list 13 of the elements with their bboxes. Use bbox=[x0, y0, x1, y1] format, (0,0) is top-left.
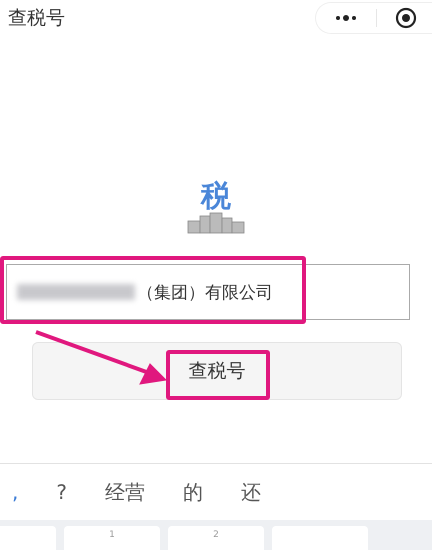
candidate-word[interactable]: 还 bbox=[240, 478, 261, 506]
page-title: 查税号 bbox=[8, 6, 65, 31]
candidate-word[interactable]: ? bbox=[56, 480, 67, 504]
candidate-word[interactable]: 的 bbox=[182, 478, 203, 506]
field-value: （集团）有限公司 bbox=[137, 282, 273, 304]
search-button[interactable]: 查税号 bbox=[32, 342, 402, 400]
more-icon[interactable] bbox=[334, 15, 357, 21]
candidate-word[interactable]: 经营 bbox=[104, 478, 145, 506]
input-field[interactable]: （集团）有限公司 bbox=[6, 264, 410, 320]
candidate-word[interactable]: , bbox=[12, 480, 18, 504]
logo-text: 税 bbox=[201, 182, 231, 212]
buildings-icon bbox=[186, 212, 246, 234]
close-icon[interactable] bbox=[395, 7, 418, 29]
